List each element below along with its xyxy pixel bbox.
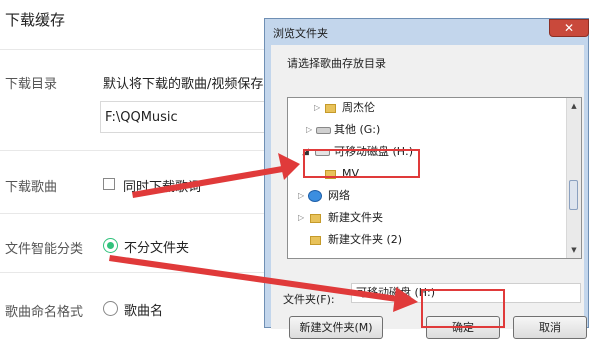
arrow-to-drive-head xyxy=(278,153,300,180)
arrow-to-drive-shaft xyxy=(132,166,283,198)
annotation-arrows xyxy=(109,153,418,312)
arrow-to-ok-shaft xyxy=(109,255,398,302)
arrow-to-ok-head xyxy=(393,287,418,312)
